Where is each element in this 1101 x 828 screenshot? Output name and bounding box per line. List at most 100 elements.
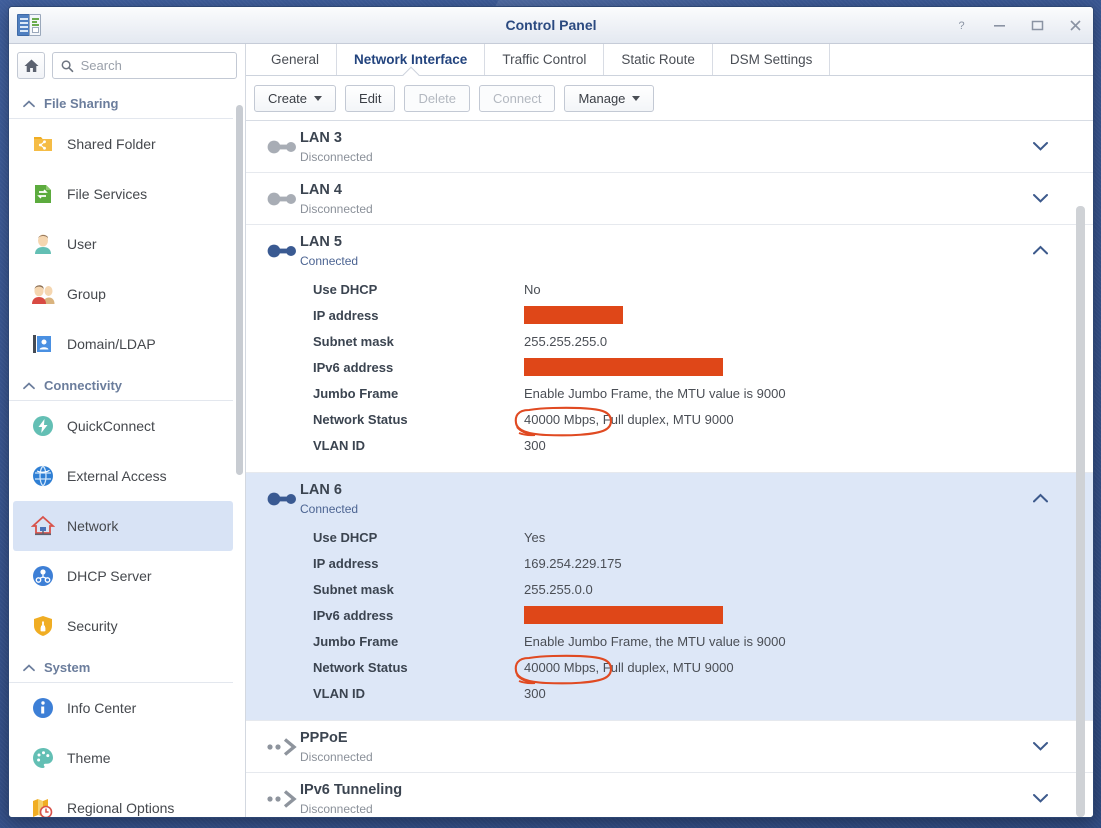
chevron-down-icon xyxy=(632,95,641,101)
sidebar-item-info-center[interactable]: Info Center xyxy=(13,683,233,733)
interface-section[interactable]: LAN 6 Connected Use DHCP Yes IP address 169.2… xyxy=(246,473,1093,721)
sidebar-item-security[interactable]: Security xyxy=(13,601,233,651)
sidebar-scroll-area: File Sharing Shared Folder File Services… xyxy=(9,87,245,817)
chevron-up-icon[interactable] xyxy=(1033,225,1049,276)
sidebar: File Sharing Shared Folder xyxy=(9,44,246,817)
sidebar-scrollbar-track[interactable] xyxy=(236,95,244,817)
chevron-down-icon[interactable] xyxy=(1033,721,1049,772)
lan-connected-icon xyxy=(264,225,300,276)
home-button[interactable] xyxy=(17,52,46,79)
main-content: General Network Interface Traffic Contro… xyxy=(246,44,1093,817)
sidebar-item-label: Security xyxy=(67,618,118,634)
sidebar-group-connectivity[interactable]: Connectivity xyxy=(9,369,233,401)
sidebar-item-network[interactable]: Network xyxy=(13,501,233,551)
chevron-up-icon[interactable] xyxy=(1033,473,1049,524)
sidebar-item-file-services[interactable]: File Services xyxy=(13,169,233,219)
detail-label: IP address xyxy=(313,555,379,571)
sidebar-group-system[interactable]: System xyxy=(9,651,233,683)
detail-row: Use DHCP No xyxy=(246,276,1071,302)
chevron-down-icon[interactable] xyxy=(1033,173,1049,224)
window-controls: ? xyxy=(953,17,1083,33)
tab-traffic-control[interactable]: Traffic Control xyxy=(485,44,605,75)
interface-name: IPv6 Tunneling xyxy=(300,782,403,798)
interface-text: LAN 3 Disconnected xyxy=(300,121,373,164)
detail-label: Jumbo Frame xyxy=(313,385,399,401)
sidebar-item-user[interactable]: User xyxy=(13,219,233,269)
detail-label: VLAN ID xyxy=(313,437,365,453)
detail-label: IP address xyxy=(313,307,379,323)
sidebar-item-domain-ldap[interactable]: Domain/LDAP xyxy=(13,319,233,369)
interface-header[interactable]: LAN 6 Connected xyxy=(246,473,1071,524)
interface-header[interactable]: LAN 5 Connected xyxy=(246,225,1071,276)
close-button[interactable] xyxy=(1067,17,1083,33)
detail-value xyxy=(524,358,723,376)
interface-section[interactable]: LAN 5 Connected Use DHCP No IP address Subnet… xyxy=(246,225,1093,473)
window-title: Control Panel xyxy=(505,17,597,33)
interface-section[interactable]: IPv6 Tunneling Disconnected xyxy=(246,773,1093,817)
tab-network-interface[interactable]: Network Interface xyxy=(337,44,486,75)
window-titlebar[interactable]: Control Panel ? xyxy=(9,7,1093,44)
maximize-button[interactable] xyxy=(1029,17,1045,33)
user-icon xyxy=(31,232,55,256)
sidebar-group-file-sharing[interactable]: File Sharing xyxy=(9,87,233,119)
detail-value: 169.254.229.175 xyxy=(524,555,622,571)
detail-label: Network Status xyxy=(313,411,408,427)
interface-name: LAN 4 xyxy=(300,182,342,198)
detail-row: Subnet mask 255.255.0.0 xyxy=(246,576,1071,602)
detail-row: IP address 169.254.229.175 xyxy=(246,550,1071,576)
tab-general[interactable]: General xyxy=(254,44,338,75)
tab-dsm-settings[interactable]: DSM Settings xyxy=(713,44,831,75)
interface-name: PPPoE xyxy=(300,730,348,746)
sidebar-item-dhcp-server[interactable]: DHCP Server xyxy=(13,551,233,601)
search-input[interactable] xyxy=(80,58,228,73)
interface-header[interactable]: LAN 3 Disconnected xyxy=(246,121,1071,172)
search-box[interactable] xyxy=(52,52,237,79)
interface-name: LAN 5 xyxy=(300,234,342,250)
sidebar-item-shared-folder[interactable]: Shared Folder xyxy=(13,119,233,169)
chevron-down-icon[interactable] xyxy=(1033,121,1049,172)
minimize-button[interactable] xyxy=(991,17,1007,33)
interface-section[interactable]: PPPoE Disconnected xyxy=(246,721,1093,773)
annotated-value: 40000 Mbps, xyxy=(514,406,613,436)
sidebar-item-theme[interactable]: Theme xyxy=(13,733,233,783)
interface-text: PPPoE Disconnected xyxy=(300,721,373,764)
annotated-value: 40000 Mbps, xyxy=(514,654,613,684)
search-icon xyxy=(61,59,74,72)
list-scrollbar-track[interactable] xyxy=(1076,121,1089,817)
tab-static-route[interactable]: Static Route xyxy=(604,44,713,75)
sidebar-item-label: Info Center xyxy=(67,700,137,716)
chevron-up-icon xyxy=(23,99,35,107)
sidebar-item-quickconnect[interactable]: QuickConnect xyxy=(13,401,233,451)
interface-header[interactable]: LAN 4 Disconnected xyxy=(246,173,1071,224)
interface-status: Disconnected xyxy=(300,202,373,216)
sidebar-item-group[interactable]: Group xyxy=(13,269,233,319)
detail-value: 255.255.255.0 xyxy=(524,333,608,349)
tunnel-icon xyxy=(264,773,300,817)
svg-text:?: ? xyxy=(958,20,964,32)
file-services-icon xyxy=(31,182,55,206)
redacted-value xyxy=(524,358,723,376)
button-label: Edit xyxy=(359,90,382,106)
create-button[interactable]: Create xyxy=(254,84,337,112)
button-label: Delete xyxy=(418,90,457,106)
interface-header[interactable]: IPv6 Tunneling Disconnected xyxy=(246,773,1071,817)
list-scrollbar-thumb[interactable] xyxy=(1076,206,1085,817)
dhcp-server-icon xyxy=(31,564,55,588)
interface-section[interactable]: LAN 3 Disconnected xyxy=(246,121,1093,173)
manage-button[interactable]: Manage xyxy=(564,84,655,112)
chevron-down-icon[interactable] xyxy=(1033,773,1049,817)
interface-text: IPv6 Tunneling Disconnected xyxy=(300,773,402,816)
sidebar-item-label: Regional Options xyxy=(67,800,175,816)
chevron-down-icon xyxy=(314,95,323,101)
info-center-icon xyxy=(31,696,55,720)
sidebar-item-external-access[interactable]: External Access xyxy=(13,451,233,501)
interface-header[interactable]: PPPoE Disconnected xyxy=(246,721,1071,772)
sidebar-item-regional-options[interactable]: Regional Options xyxy=(13,783,233,817)
interface-details: Use DHCP Yes IP address 169.254.229.175 Subn… xyxy=(246,524,1071,720)
interface-details: Use DHCP No IP address Subnet mask 255.255.2… xyxy=(246,276,1071,472)
edit-button[interactable]: Edit xyxy=(345,84,396,112)
interface-section[interactable]: LAN 4 Disconnected xyxy=(246,173,1093,225)
network-icon xyxy=(30,514,56,538)
sidebar-scrollbar-thumb[interactable] xyxy=(236,105,243,475)
help-button[interactable]: ? xyxy=(953,17,969,33)
